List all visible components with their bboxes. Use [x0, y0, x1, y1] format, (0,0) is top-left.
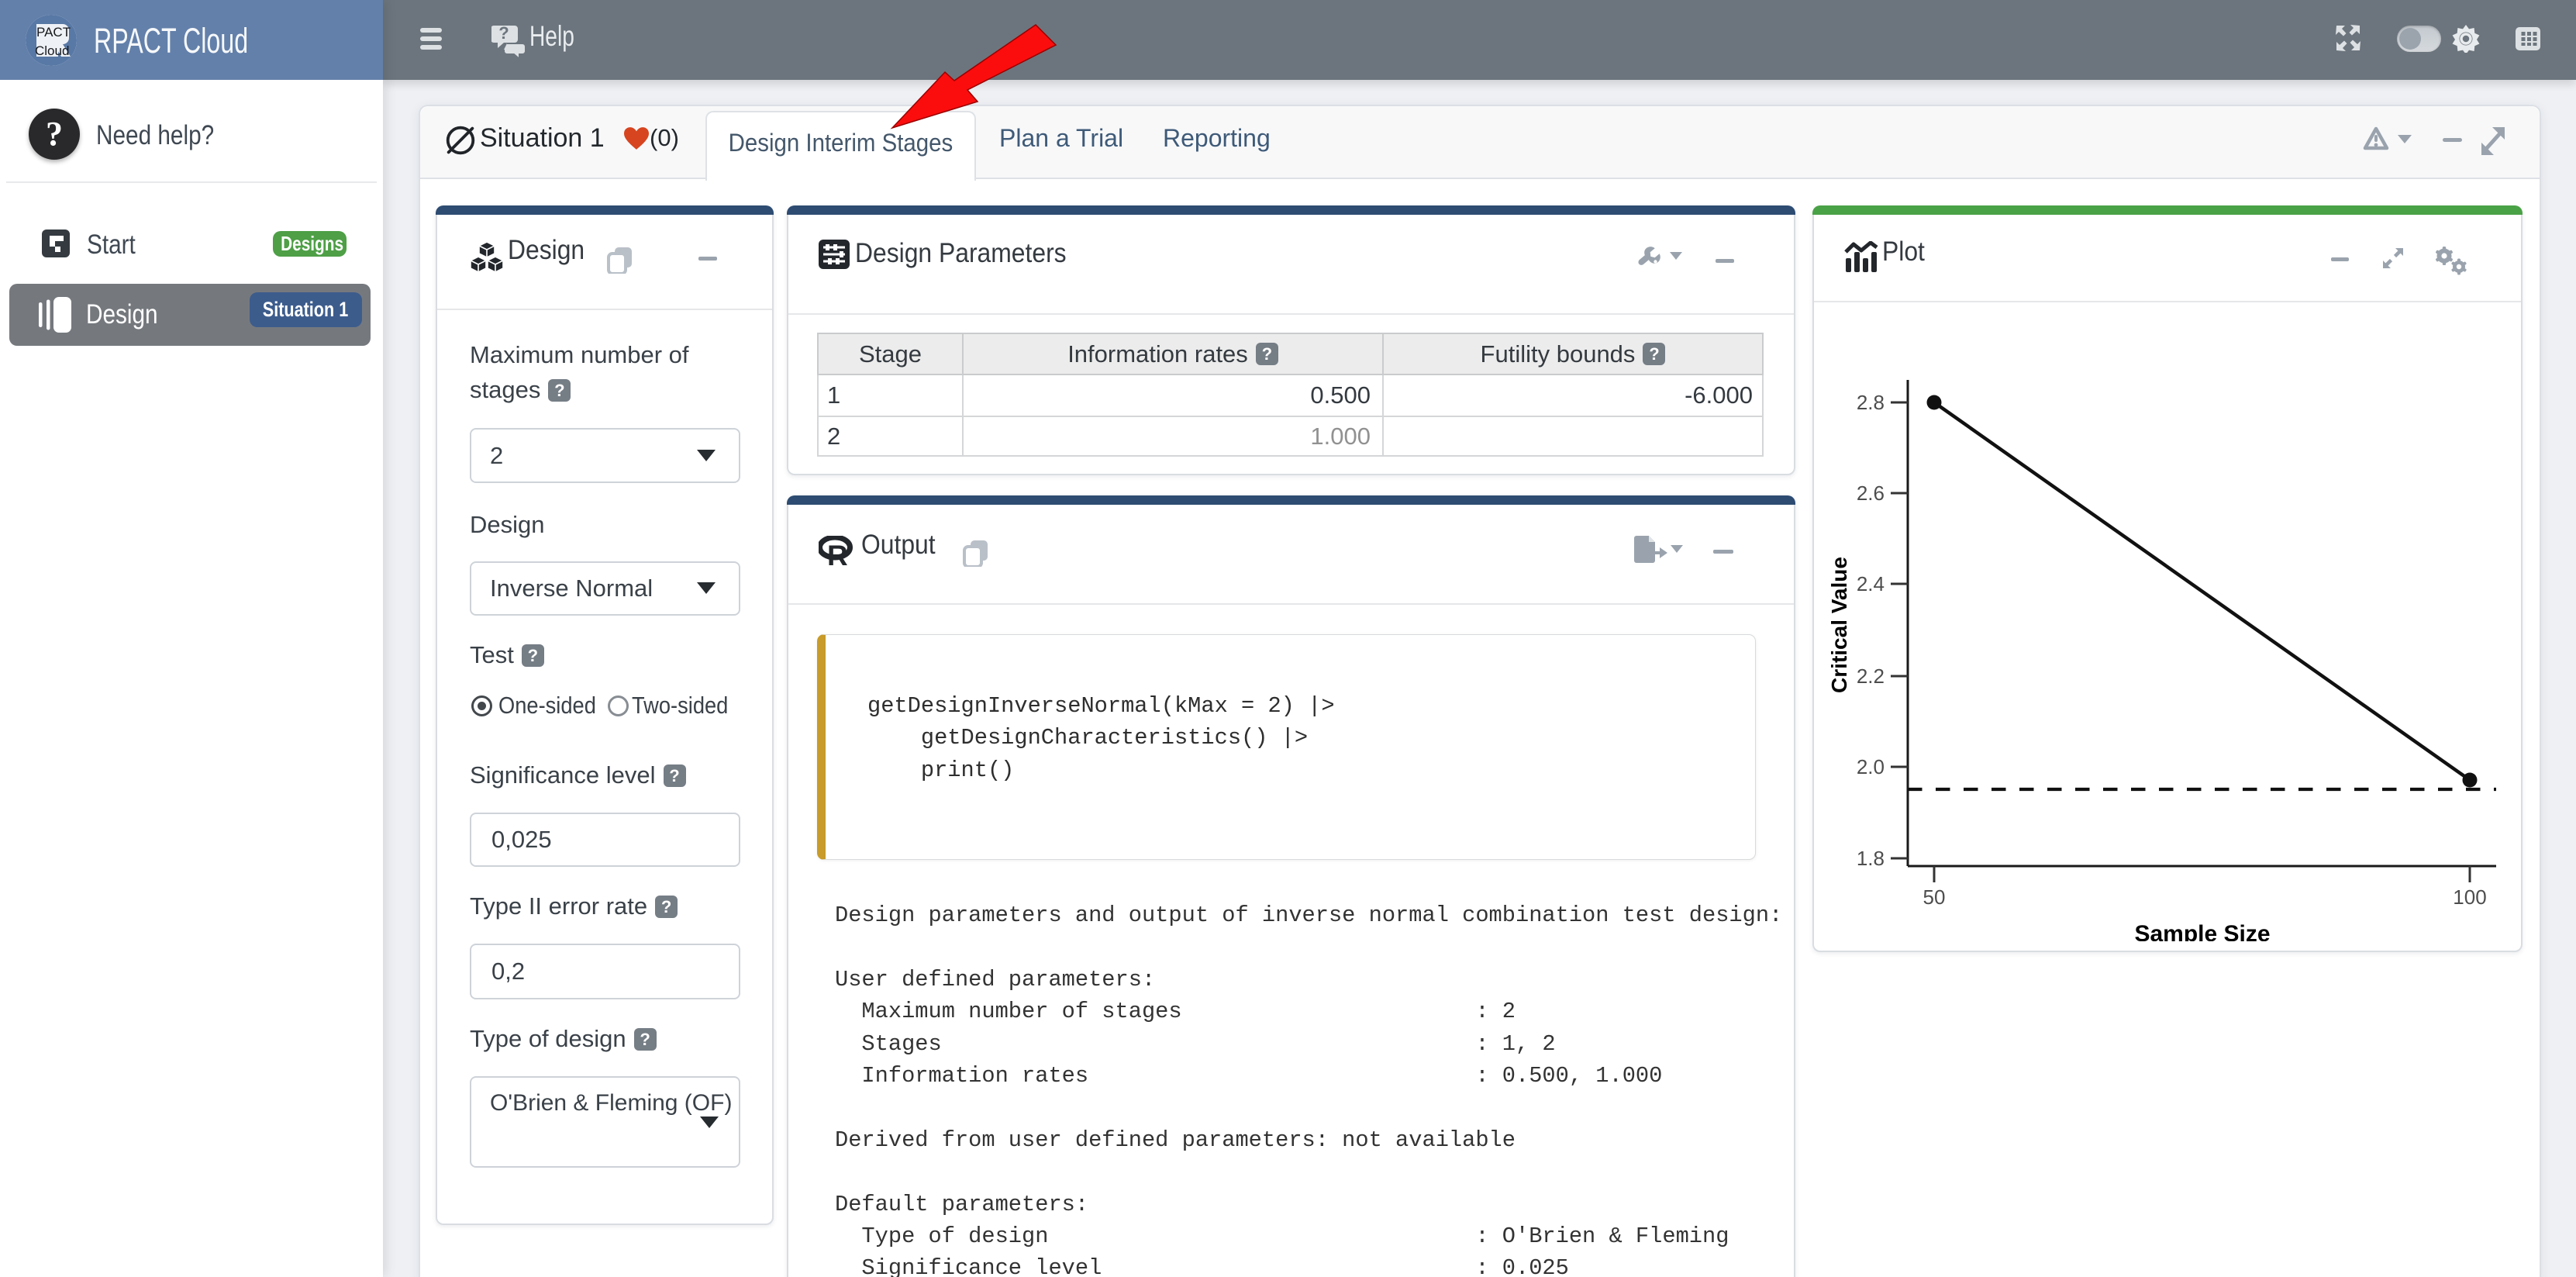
- svg-text:50: 50: [1923, 885, 1946, 909]
- svg-text:Critical Value: Critical Value: [1827, 557, 1851, 693]
- svg-text:2.6: 2.6: [1857, 481, 1885, 505]
- svg-text:PACT: PACT: [36, 25, 71, 40]
- svg-text:1.8: 1.8: [1857, 847, 1885, 870]
- svg-text:Sample Size: Sample Size: [2134, 921, 2270, 941]
- svg-text:2.0: 2.0: [1857, 755, 1885, 778]
- svg-text:2.8: 2.8: [1857, 391, 1885, 414]
- svg-text:R: R: [827, 540, 848, 567]
- svg-text:2.4: 2.4: [1857, 572, 1885, 595]
- svg-text:?: ?: [498, 23, 509, 43]
- svg-text:Cloud: Cloud: [35, 43, 69, 58]
- svg-text:2.2: 2.2: [1857, 664, 1885, 688]
- svg-text:100: 100: [2453, 885, 2486, 909]
